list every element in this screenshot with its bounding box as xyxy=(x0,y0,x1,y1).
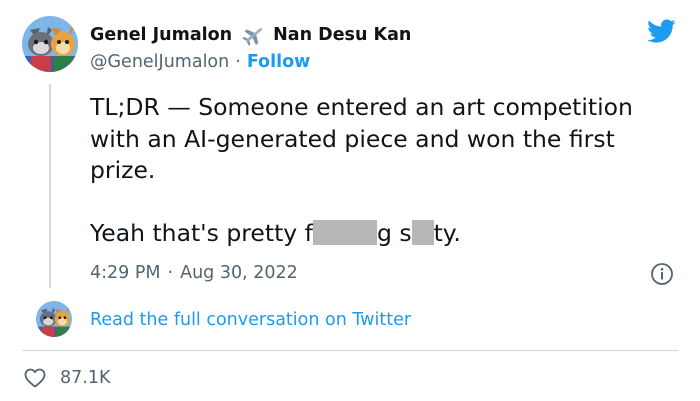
handle-separator: · xyxy=(235,52,241,72)
redaction-block-2 xyxy=(411,219,434,245)
tweet-text-part-1: Yeah that's pretty f xyxy=(90,218,313,247)
tweet-body: TL;DR — Someone entered an art competiti… xyxy=(90,92,680,249)
twitter-bird-icon[interactable] xyxy=(644,16,678,46)
info-icon[interactable] xyxy=(650,262,674,286)
tweet-timestamp[interactable]: 4:29 PM · Aug 30, 2022 xyxy=(90,260,298,286)
read-conversation-link[interactable]: Read the full conversation on Twitter xyxy=(90,307,411,333)
tweet-time[interactable]: 4:29 PM xyxy=(90,263,161,283)
tweet-text-part-2: g s xyxy=(376,218,412,247)
divider xyxy=(22,350,678,351)
tweet-paragraph-2: Yeah that's pretty f g s ty. xyxy=(90,218,680,250)
avatar-image-small xyxy=(36,301,72,337)
like-count: 87.1K xyxy=(60,368,111,388)
author-display-name[interactable]: Genel Jumalon xyxy=(90,25,232,45)
tweet-text-part-3: ty. xyxy=(433,218,461,247)
airplane-icon xyxy=(242,28,263,46)
like-button[interactable]: 87.1K xyxy=(22,365,110,391)
heart-icon[interactable] xyxy=(22,366,48,390)
tweet-date[interactable]: Aug 30, 2022 xyxy=(180,263,298,283)
timestamp-separator: · xyxy=(167,263,174,283)
tweet-paragraph-1: TL;DR — Someone entered an art competiti… xyxy=(90,93,633,184)
avatar-image xyxy=(22,16,78,72)
author-handle-row: @GenelJumalon · Follow xyxy=(90,50,310,74)
redaction-block-1 xyxy=(312,219,377,245)
author-display-name-suffix[interactable]: Nan Desu Kan xyxy=(273,25,411,45)
thread-connector-line xyxy=(49,84,51,288)
author-avatar[interactable] xyxy=(22,16,78,72)
conversation-avatar[interactable] xyxy=(36,301,72,337)
author-handle[interactable]: @GenelJumalon xyxy=(90,52,229,72)
follow-link[interactable]: Follow xyxy=(247,52,310,72)
author-name-row[interactable]: Genel Jumalon Nan Desu Kan xyxy=(90,22,411,48)
